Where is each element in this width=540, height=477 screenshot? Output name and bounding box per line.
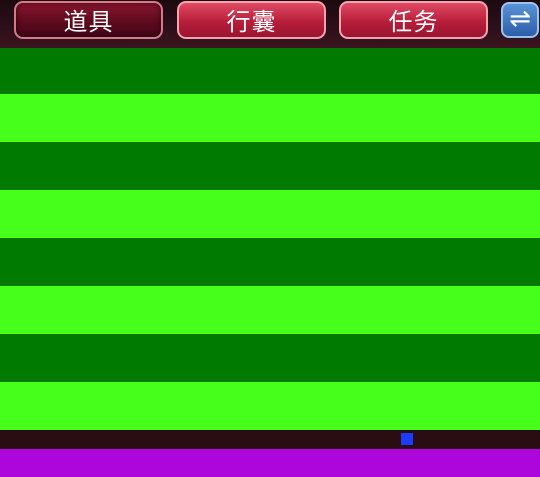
list-row[interactable] bbox=[0, 190, 540, 238]
bottom-bar bbox=[0, 449, 540, 477]
list-row[interactable] bbox=[0, 382, 540, 430]
list-row[interactable] bbox=[0, 334, 540, 382]
list-row[interactable] bbox=[0, 94, 540, 142]
tab-items[interactable]: 道具 bbox=[14, 1, 163, 39]
blue-speck bbox=[401, 433, 413, 445]
list-row[interactable] bbox=[0, 46, 540, 94]
tab-quests[interactable]: 任务 bbox=[339, 1, 488, 39]
item-list bbox=[0, 46, 540, 430]
list-row[interactable] bbox=[0, 142, 540, 190]
tab-bar: 道具 行囊 任务 ⇌ bbox=[0, 0, 540, 48]
swap-button[interactable]: ⇌ bbox=[501, 2, 539, 38]
list-row[interactable] bbox=[0, 238, 540, 286]
tab-bag[interactable]: 行囊 bbox=[177, 1, 326, 39]
list-row[interactable] bbox=[0, 286, 540, 334]
game-screen: 道具 行囊 任务 ⇌ bbox=[0, 0, 540, 477]
swap-arrows-icon: ⇌ bbox=[509, 4, 531, 34]
